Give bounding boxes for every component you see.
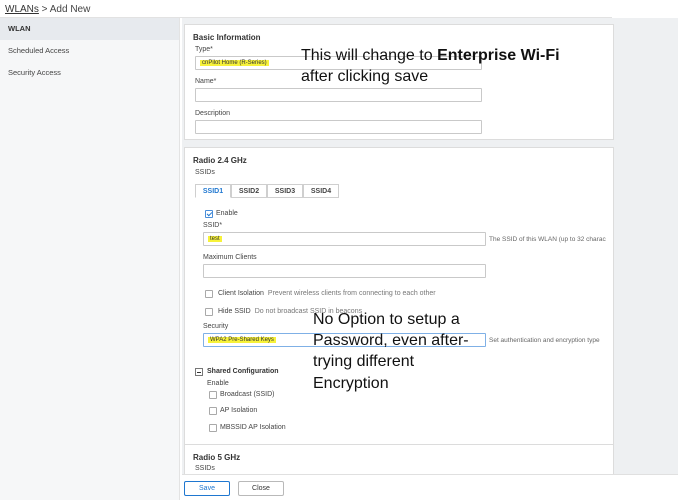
mbssid-isolation-label: MBSSID AP Isolation xyxy=(220,424,286,431)
type-value: cnPilot Home (R-Series) xyxy=(200,60,269,66)
client-isolation-desc: Prevent wireless clients from connecting… xyxy=(267,290,436,297)
hide-ssid-checkbox[interactable] xyxy=(205,308,213,316)
hide-ssid-title: Hide SSID xyxy=(218,308,251,315)
broadcast-ssid-checkbox[interactable] xyxy=(209,391,217,399)
tab-ssid1[interactable]: SSID1 xyxy=(195,184,231,198)
ssid-field[interactable]: test xyxy=(203,232,486,246)
ssids-5-label: SSIDs xyxy=(195,465,215,472)
tab-ssid3[interactable]: SSID3 xyxy=(267,184,303,198)
tab-ssid2[interactable]: SSID2 xyxy=(231,184,267,198)
breadcrumb-separator: > xyxy=(38,4,50,15)
sidebar-item-scheduled-access[interactable]: Scheduled Access xyxy=(0,40,179,62)
note1-prefix: This will change to xyxy=(301,47,438,64)
radio-24ghz-panel: Radio 2.4 GHz SSIDs SSID1 SSID2 SSID3 SS… xyxy=(184,147,614,457)
shared-enable-label: Enable xyxy=(207,380,229,387)
mbssid-isolation-checkbox[interactable] xyxy=(209,424,217,432)
client-isolation-label: Client Isolation Prevent wireless clients… xyxy=(218,290,436,297)
breadcrumb-current: Add New xyxy=(49,4,91,15)
shared-config-title: Shared Configuration xyxy=(207,368,279,375)
ssid-label: SSID* xyxy=(203,222,223,229)
annotation-note-2-line1: No Option to setup a xyxy=(313,311,460,328)
sidebar-item-wlan[interactable]: WLAN xyxy=(0,18,179,40)
max-clients-label: Maximum Clients xyxy=(203,254,257,261)
annotation-note-1: This will change to Enterprise Wi-Fi xyxy=(301,46,560,66)
annotation-note-2-line4: Encryption xyxy=(313,375,389,392)
collapse-icon[interactable] xyxy=(195,368,203,376)
tab-ssid4[interactable]: SSID4 xyxy=(303,184,339,198)
type-label: Type* xyxy=(195,46,213,53)
save-button[interactable]: Save xyxy=(184,481,230,496)
main-content: Basic Information Type* cnPilot Home (R-… xyxy=(182,18,678,500)
panel-title-basic: Basic Information xyxy=(193,33,261,42)
breadcrumb: WLANs > Add New xyxy=(5,4,90,15)
enable-checkbox[interactable] xyxy=(205,210,213,218)
ssid-hint: The SSID of this WLAN (up to 32 charac xyxy=(489,236,606,243)
description-field[interactable] xyxy=(195,120,482,134)
broadcast-ssid-label: Broadcast (SSID) xyxy=(220,391,275,398)
ap-isolation-label: AP Isolation xyxy=(220,407,258,414)
footer-bar: Save Close xyxy=(182,474,678,500)
annotation-note-2-line2: Password, even after- xyxy=(313,332,469,349)
description-label: Description xyxy=(195,110,231,117)
max-clients-field[interactable] xyxy=(203,264,486,278)
security-value: WPA2 Pre-Shared Keys xyxy=(208,337,276,343)
close-button[interactable]: Close xyxy=(238,481,284,496)
breadcrumb-wlans-link[interactable]: WLANs xyxy=(5,4,39,15)
panel-title-radio-5: Radio 5 GHz xyxy=(193,453,241,462)
top-bar: WLANs > Add New xyxy=(0,0,612,18)
client-isolation-title: Client Isolation xyxy=(218,290,264,297)
name-field[interactable] xyxy=(195,88,482,102)
note1-bold: Enterprise Wi-Fi xyxy=(437,47,560,64)
security-label: Security xyxy=(203,323,229,330)
ssids-label: SSIDs xyxy=(195,169,215,176)
annotation-note-2-line3: trying different xyxy=(313,353,415,370)
panel-title-radio-24: Radio 2.4 GHz xyxy=(193,156,247,165)
ap-isolation-checkbox[interactable] xyxy=(209,407,217,415)
sidebar: WLAN Scheduled Access Security Access xyxy=(0,18,180,500)
annotation-note-1-line2: after clicking save xyxy=(301,68,429,85)
security-hint: Set authentication and encryption type xyxy=(489,337,600,344)
client-isolation-checkbox[interactable] xyxy=(205,290,213,298)
name-label: Name* xyxy=(195,78,217,85)
sidebar-item-security-access[interactable]: Security Access xyxy=(0,62,179,84)
enable-label: Enable xyxy=(216,210,238,217)
ssid-value: test xyxy=(208,236,222,242)
